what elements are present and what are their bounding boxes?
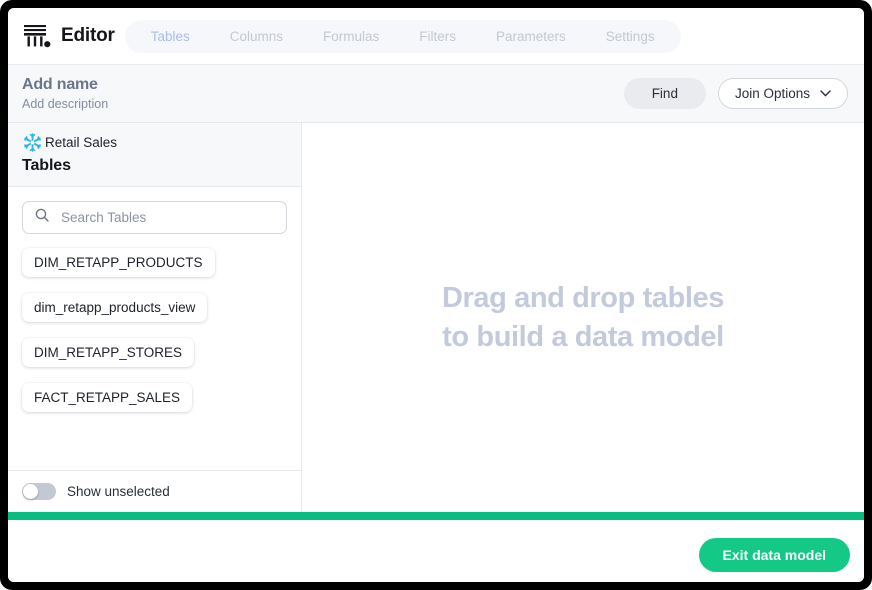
table-chip-list: DIM_RETAPP_PRODUCTS dim_retapp_products_…	[8, 234, 301, 470]
canvas-empty-line-2: to build a data model	[442, 320, 724, 353]
join-options-button[interactable]: Join Options	[717, 78, 848, 109]
tab-columns[interactable]: Columns	[210, 20, 303, 53]
show-unselected-label: Show unselected	[67, 484, 170, 499]
tab-tables[interactable]: Tables	[131, 20, 210, 53]
search-wrapper	[8, 187, 301, 234]
data-source-name: Retail Sales	[45, 135, 118, 150]
tab-settings[interactable]: Settings	[586, 20, 675, 53]
join-options-label: Join Options	[734, 86, 810, 101]
sidebar-footer: Show unselected	[8, 470, 301, 512]
app-title: Editor	[61, 25, 115, 46]
footer-bar: Exit data model	[8, 520, 864, 582]
tables-sidebar: Retail Sales Tables Search Tables DIM_RE…	[8, 123, 302, 512]
document-titles: Add name Add description	[22, 76, 108, 111]
search-icon	[35, 208, 49, 227]
canvas-empty-line-1: Drag and drop tables	[441, 281, 725, 314]
model-name-field[interactable]: Add name	[22, 76, 108, 94]
tab-formulas[interactable]: Formulas	[303, 20, 399, 53]
tab-parameters[interactable]: Parameters	[476, 20, 586, 53]
device-frame: Editor Tables Columns Formulas Filters P…	[0, 0, 872, 590]
top-navigation-bar: Editor Tables Columns Formulas Filters P…	[8, 8, 864, 65]
model-description-field[interactable]: Add description	[22, 97, 108, 111]
table-chip[interactable]: FACT_RETAPP_SALES	[22, 383, 193, 412]
toggle-knob	[23, 484, 38, 499]
data-source-row: Retail Sales	[22, 132, 287, 153]
tab-filters[interactable]: Filters	[399, 20, 476, 53]
table-chip[interactable]: DIM_RETAPP_PRODUCTS	[22, 248, 215, 277]
search-tables-box[interactable]	[22, 201, 287, 234]
tab-group: Tables Columns Formulas Filters Paramete…	[124, 19, 681, 53]
sidebar-header: Retail Sales Tables	[8, 123, 301, 187]
exit-data-model-button[interactable]: Exit data model	[698, 537, 850, 572]
brand: Editor	[22, 22, 115, 50]
app-screen: Editor Tables Columns Formulas Filters P…	[8, 8, 864, 582]
model-canvas[interactable]: Drag and drop tables to build a data mod…	[302, 123, 864, 512]
sidebar-section-title: Tables	[22, 157, 71, 174]
table-chip[interactable]: DIM_RETAPP_STORES	[22, 338, 195, 367]
editor-body: Retail Sales Tables Search Tables DIM_RE…	[8, 123, 864, 512]
table-chip[interactable]: dim_retapp_products_view	[22, 293, 208, 322]
accent-bar	[8, 512, 864, 520]
document-header: Add name Add description Find Join Optio…	[8, 65, 864, 123]
pillar-logo-icon	[22, 22, 52, 50]
show-unselected-toggle[interactable]	[22, 483, 56, 500]
header-actions: Find Join Options	[623, 78, 848, 109]
snowflake-icon	[22, 132, 43, 153]
search-tables-input[interactable]	[59, 209, 274, 226]
canvas-empty-state: Drag and drop tables to build a data mod…	[442, 279, 724, 356]
chevron-down-icon	[820, 90, 831, 97]
find-button[interactable]: Find	[623, 78, 706, 109]
